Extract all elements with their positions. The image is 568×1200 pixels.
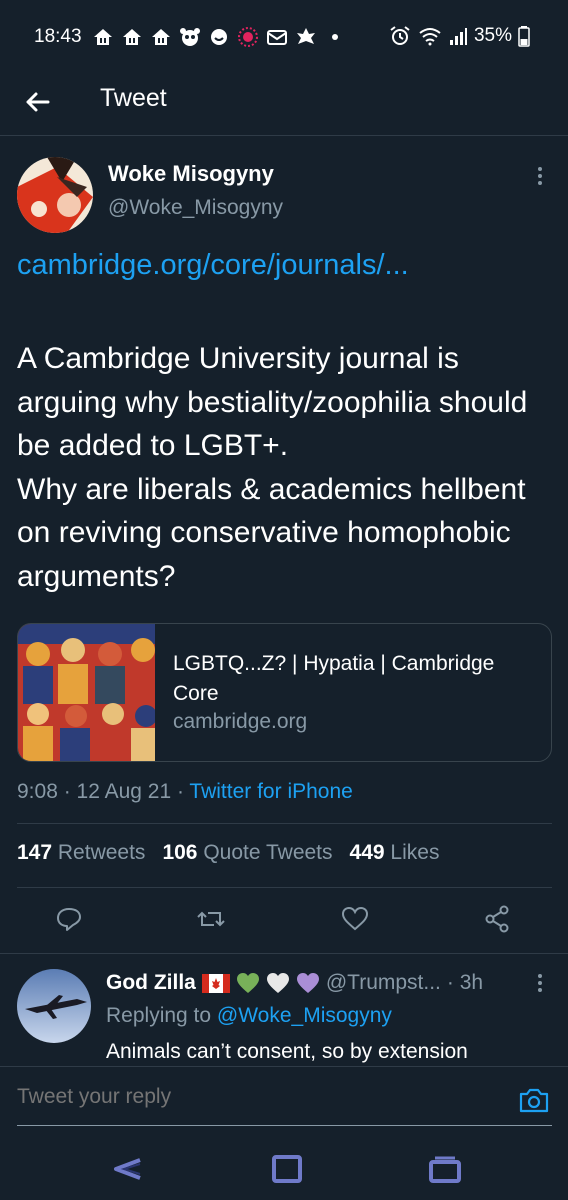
link-preview-card[interactable]: LGBTQ...Z? | Hypatia | Cambridge Core ca… — [17, 623, 552, 762]
leaf-icon — [297, 28, 315, 44]
home-icon — [94, 29, 112, 45]
mail-icon — [267, 30, 287, 45]
replying-prefix: Replying to — [106, 1004, 217, 1027]
reply-time: · 3h — [446, 971, 484, 994]
reply-icon[interactable] — [54, 904, 84, 934]
author-name[interactable]: Woke Misogyny — [108, 161, 274, 187]
panda-icon — [180, 28, 200, 46]
input-underline — [17, 1125, 552, 1126]
reply-input[interactable] — [17, 1085, 487, 1109]
green-heart-icon — [236, 973, 259, 993]
system-nav-bar — [0, 1134, 568, 1200]
tweet-source[interactable]: Twitter for iPhone — [189, 780, 352, 803]
card-thumbnail — [18, 624, 155, 761]
likes-label: Likes — [390, 841, 440, 864]
home-nav-icon[interactable] — [270, 1154, 304, 1184]
wifi-icon — [419, 28, 441, 46]
recents-nav-icon[interactable] — [428, 1154, 462, 1184]
home-icon — [123, 29, 141, 45]
signal-icon — [449, 28, 467, 45]
quotes-count: 106 — [162, 841, 198, 864]
tweet-text: A Cambridge University journal is arguin… — [17, 342, 528, 593]
divider — [17, 823, 552, 824]
white-heart-icon — [266, 973, 289, 993]
notification-icons — [92, 26, 346, 48]
reply-author-name[interactable]: God Zilla — [106, 971, 196, 995]
engagement-stats: 147 Retweets 106 Quote Tweets 449 Likes — [17, 841, 439, 865]
tweet-meta: 9:08 · 12 Aug 21 · Twitter for iPhone — [17, 780, 353, 804]
camera-icon[interactable] — [518, 1085, 550, 1115]
quotes-stat[interactable]: 106 Quote Tweets — [162, 841, 332, 865]
tweet-actions — [0, 896, 568, 944]
replying-mention[interactable]: @Woke_Misogyny — [217, 1004, 392, 1027]
record-icon — [238, 27, 258, 47]
retweets-count: 147 — [17, 841, 53, 864]
status-time: 18:43 — [34, 26, 82, 47]
author-handle[interactable]: @Woke_Misogyny — [108, 196, 283, 220]
more-options-icon[interactable] — [532, 164, 548, 188]
purple-heart-icon — [296, 973, 319, 993]
author-avatar[interactable] — [17, 157, 93, 233]
retweets-label: Retweets — [57, 841, 146, 864]
status-right: 35% — [388, 24, 530, 48]
replying-to: Replying to @Woke_Misogyny — [106, 1004, 392, 1028]
like-icon[interactable] — [340, 904, 370, 934]
smiley-icon — [211, 29, 227, 45]
likes-count: 449 — [349, 841, 385, 864]
back-arrow-icon[interactable] — [22, 86, 54, 118]
reply-avatar[interactable] — [17, 969, 91, 1043]
battery-percent: 35% — [473, 25, 512, 46]
reply-composer — [0, 1066, 568, 1134]
reply-text: Animals can’t consent, so by extension — [106, 1040, 468, 1063]
page-title: Tweet — [100, 84, 167, 112]
retweet-icon[interactable] — [196, 904, 226, 934]
top-app-bar: Tweet — [0, 72, 568, 136]
card-title: LGBTQ...Z? | Hypatia | Cambridge Core — [173, 652, 495, 705]
retweets-stat[interactable]: 147 Retweets — [17, 841, 145, 865]
back-nav-icon[interactable] — [110, 1154, 144, 1184]
quotes-label: Quote Tweets — [203, 841, 333, 864]
reply-more-options-icon[interactable] — [534, 972, 546, 994]
battery-icon — [518, 26, 530, 47]
tweet-timestamp: 9:08 · 12 Aug 21 · — [17, 780, 190, 803]
alarm-icon — [390, 26, 410, 45]
home-icon — [152, 29, 170, 45]
dot-icon — [332, 34, 338, 40]
reply-author-handle[interactable]: @Trumpst... — [326, 971, 441, 995]
card-domain: cambridge.org — [173, 710, 308, 733]
status-bar: 18:43 35% — [0, 0, 568, 72]
share-icon[interactable] — [482, 904, 512, 934]
likes-stat[interactable]: 449 Likes — [350, 841, 440, 865]
canada-flag-icon — [201, 973, 230, 993]
divider — [17, 887, 552, 888]
divider — [0, 953, 568, 954]
reply-header: God Zilla @Trumpst... · 3h — [106, 971, 483, 995]
tweet-link[interactable]: cambridge.org/core/journals/... — [17, 249, 409, 282]
